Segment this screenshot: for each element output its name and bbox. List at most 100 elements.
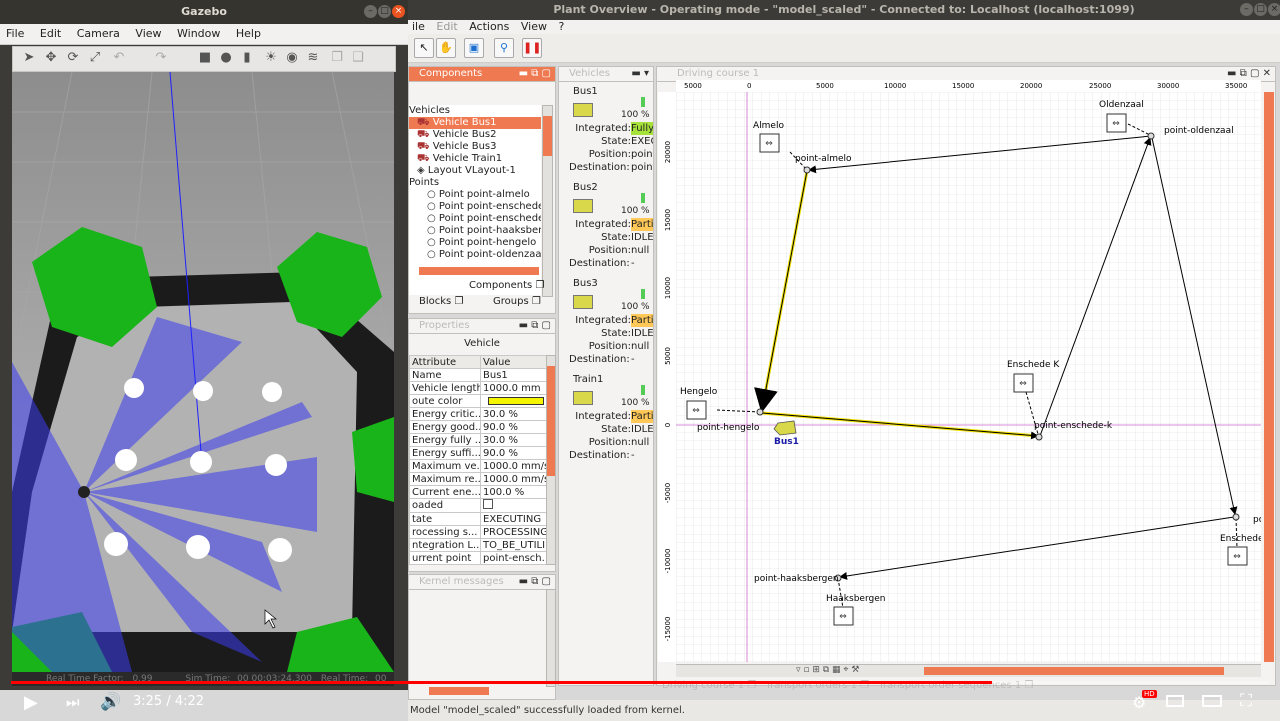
- paste-icon[interactable]: ❑: [350, 50, 366, 66]
- tree-item[interactable]: ○ Point point-enschede: [409, 201, 541, 213]
- menu-view[interactable]: View: [129, 24, 167, 44]
- property-value[interactable]: 30.0 %: [480, 407, 552, 421]
- point-light-icon[interactable]: ☀: [263, 50, 279, 66]
- canvas-vscroll-thumb[interactable]: [1264, 92, 1274, 662]
- pause-vehicles-icon[interactable]: ❚❚: [522, 38, 542, 58]
- next-icon[interactable]: ⏭: [66, 693, 80, 711]
- property-value[interactable]: TO_BE_UTILI...: [480, 538, 552, 552]
- tcs-maximize-icon[interactable]: □: [1254, 3, 1267, 16]
- tcs-close-icon[interactable]: ×: [1268, 3, 1280, 16]
- close-icon[interactable]: ×: [392, 5, 405, 18]
- menu-file[interactable]: File: [0, 24, 30, 44]
- menu-window[interactable]: Window: [171, 24, 226, 44]
- translate-icon[interactable]: ✥: [43, 50, 59, 66]
- redo-icon[interactable]: ↷: [153, 50, 169, 66]
- drag-hand-icon[interactable]: ✋: [436, 38, 456, 58]
- menu-camera[interactable]: Camera: [71, 24, 126, 44]
- tree-item[interactable]: ○ Point point-enschede: [409, 213, 541, 225]
- menu-edit[interactable]: Edit: [34, 24, 67, 44]
- property-value[interactable]: 90.0 %: [480, 446, 552, 460]
- property-row[interactable]: oute color: [409, 394, 552, 408]
- property-value[interactable]: 1000.0 mm/s: [480, 459, 552, 473]
- tcs-menu-actions[interactable]: Actions: [465, 20, 513, 34]
- point-enschede-marker[interactable]: [1232, 513, 1240, 521]
- minimize-icon[interactable]: –: [364, 5, 377, 18]
- point-hengelo-marker[interactable]: [756, 408, 764, 416]
- tree-item[interactable]: ○ Point point-haaksberg: [409, 225, 541, 237]
- scale-icon[interactable]: ⤢: [87, 50, 103, 66]
- vehicle-card[interactable]: Bus1 100 % Integrated:FullyState:EXECUPosi…: [559, 85, 653, 181]
- components-hscroll-thumb[interactable]: [419, 267, 539, 275]
- copy-icon[interactable]: ❐: [329, 50, 345, 66]
- property-row[interactable]: Vehicle length 1000.0 mm: [409, 381, 552, 395]
- property-row[interactable]: oaded: [409, 498, 552, 513]
- tcs-menu-view[interactable]: View: [517, 20, 551, 34]
- property-value[interactable]: EXECUTING: [480, 512, 552, 526]
- property-value[interactable]: point-ensch...: [480, 551, 552, 565]
- properties-scrollbar[interactable]: [546, 355, 556, 565]
- menu-help[interactable]: Help: [230, 24, 267, 44]
- tab-groups[interactable]: Groups ❐: [493, 296, 541, 307]
- property-value[interactable]: 100.0 %: [480, 485, 552, 499]
- tree-item[interactable]: ⛟ Vehicle Bus3: [409, 141, 541, 153]
- property-row[interactable]: Maximum re... 1000.0 mm/s: [409, 472, 552, 486]
- fullscreen-icon[interactable]: ⛶: [1240, 691, 1252, 711]
- property-row[interactable]: rocessing s... PROCESSING...: [409, 525, 552, 539]
- property-row[interactable]: Name Bus1: [409, 368, 552, 382]
- play-icon[interactable]: ▶: [24, 692, 38, 713]
- vehicle-card[interactable]: Bus3 100 % Integrated:PartiaState:IDLEPosi…: [559, 277, 653, 373]
- property-row[interactable]: tate EXECUTING: [409, 512, 552, 526]
- select-arrow-icon[interactable]: ➤: [21, 50, 37, 66]
- tree-item[interactable]: ○ Point point-hengelo: [409, 237, 541, 249]
- tcs-menu-help[interactable]: ?: [555, 20, 569, 34]
- rotate-icon[interactable]: ⟳: [65, 50, 81, 66]
- undo-icon[interactable]: ↶: [111, 50, 127, 66]
- property-value[interactable]: 1000.0 mm: [480, 381, 552, 395]
- property-row[interactable]: Energy fully ... 30.0 %: [409, 433, 552, 447]
- property-row[interactable]: Energy good... 90.0 %: [409, 420, 552, 434]
- property-value[interactable]: 90.0 %: [480, 420, 552, 434]
- tree-item[interactable]: ⛟ Vehicle Bus2: [409, 129, 541, 141]
- property-value[interactable]: PROCESSING...: [480, 525, 552, 539]
- point-enschede-k-marker[interactable]: [1035, 433, 1043, 441]
- gazebo-3d-scene[interactable]: [12, 72, 394, 672]
- vehicle-card[interactable]: Train1 100 % Integrated:PartiaState:IDLEPo…: [559, 373, 653, 469]
- property-value[interactable]: Bus1: [480, 368, 552, 382]
- create-order-icon[interactable]: ▣: [464, 38, 484, 58]
- theater-mode-icon[interactable]: [1202, 695, 1222, 707]
- route-color-swatch[interactable]: [488, 397, 544, 405]
- components-scrollbar[interactable]: [542, 105, 553, 297]
- tree-item[interactable]: Points: [409, 177, 541, 189]
- tree-item[interactable]: ○ Point point-almelo: [409, 189, 541, 201]
- tree-item[interactable]: Vehicles: [409, 105, 541, 117]
- sphere-shape-icon[interactable]: ●: [218, 50, 234, 66]
- directional-light-icon[interactable]: ≋: [305, 50, 321, 66]
- tree-item[interactable]: ⛟ Vehicle Train1: [409, 153, 541, 165]
- miniplayer-icon[interactable]: [1166, 695, 1184, 707]
- spot-light-icon[interactable]: ◉: [284, 50, 300, 66]
- property-value[interactable]: 1000.0 mm/s: [480, 472, 552, 486]
- kernel-scrollbar[interactable]: [546, 589, 556, 687]
- property-value[interactable]: [480, 498, 552, 513]
- property-row[interactable]: ntegration L... TO_BE_UTILI...: [409, 538, 552, 552]
- property-row[interactable]: Maximum ve... 1000.0 mm/s: [409, 459, 552, 473]
- tcs-menu-file[interactable]: ile: [408, 20, 429, 34]
- driving-course-canvas[interactable]: ⇔ ⇔ ⇔ ⇔ ⇔ ⇔ point-almelo point-oldenzaal poi…: [676, 92, 1261, 662]
- vehicle-card[interactable]: Bus2 100 % Integrated:PartiaState:IDLEPosi…: [559, 181, 653, 277]
- tcs-minimize-icon[interactable]: –: [1240, 3, 1253, 16]
- tcs-menu-edit[interactable]: Edit: [432, 20, 461, 34]
- find-vehicle-icon[interactable]: ⚲: [494, 38, 514, 58]
- tree-item[interactable]: ◈ Layout VLayout-1: [409, 165, 541, 177]
- canvas-hscroll[interactable]: ▿ ▫ ⊞ ⧉ ▦ ⌖ ⚒: [676, 664, 1261, 677]
- property-row[interactable]: urrent point point-ensch...: [409, 551, 552, 565]
- property-value[interactable]: 30.0 %: [480, 433, 552, 447]
- tab-blocks[interactable]: Blocks ❐: [419, 296, 463, 307]
- property-row[interactable]: Energy suffi... 90.0 %: [409, 446, 552, 460]
- point-almelo-marker[interactable]: [803, 166, 811, 174]
- maximize-icon[interactable]: □: [378, 5, 391, 18]
- tree-item[interactable]: ○ Point point-oldenzaal: [409, 249, 541, 261]
- point-oldenzaal-marker[interactable]: [1147, 132, 1155, 140]
- property-row[interactable]: Energy critic... 30.0 %: [409, 407, 552, 421]
- progress-track[interactable]: [11, 681, 1269, 684]
- tree-item[interactable]: ⛟ Vehicle Bus1: [409, 117, 541, 129]
